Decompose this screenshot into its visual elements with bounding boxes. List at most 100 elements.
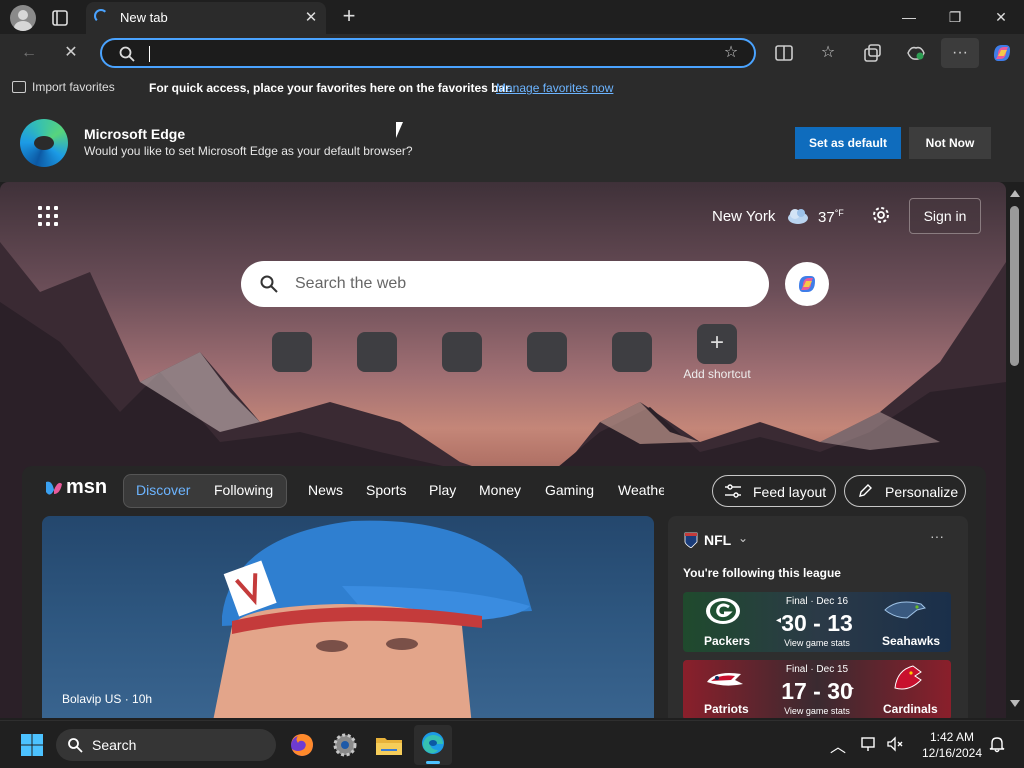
nav-play[interactable]: Play bbox=[429, 482, 456, 498]
collections-icon[interactable] bbox=[861, 42, 883, 64]
clock-time: 1:42 AM bbox=[929, 730, 975, 744]
nfl-title[interactable]: NFL bbox=[704, 532, 731, 548]
title-bar: New tab ✕ + — ❐ ✕ bbox=[0, 0, 1024, 34]
hero-source: Bolavip US · 10h bbox=[62, 692, 153, 706]
tab-title: New tab bbox=[120, 10, 168, 25]
game-card[interactable]: Final · Dec 15 17 - 30 ▸ View game stats… bbox=[683, 660, 951, 718]
copilot-icon[interactable] bbox=[990, 41, 1014, 65]
edge-logo-icon bbox=[20, 119, 68, 167]
scroll-down-arrow-icon[interactable] bbox=[1010, 700, 1020, 707]
tab-discover[interactable]: Discover bbox=[136, 482, 190, 498]
sign-in-button[interactable]: Sign in bbox=[909, 198, 981, 234]
loading-spinner-icon bbox=[94, 9, 108, 23]
nav-gaming[interactable]: Gaming bbox=[545, 482, 594, 498]
back-arrow-icon[interactable]: ← bbox=[18, 42, 40, 64]
hero-image bbox=[213, 520, 532, 718]
restore-button[interactable]: ❐ bbox=[932, 0, 978, 34]
add-shortcut-button[interactable]: + bbox=[697, 324, 737, 364]
game-score: 17 - 30 bbox=[781, 678, 853, 704]
msn-logo-text: msn bbox=[66, 476, 108, 498]
gear-icon[interactable] bbox=[870, 204, 892, 226]
game-status: Final · Dec 15 bbox=[785, 664, 849, 675]
edge-icon bbox=[422, 732, 444, 754]
new-tab-button[interactable]: + bbox=[338, 5, 360, 27]
minimize-button[interactable]: — bbox=[886, 0, 932, 34]
game-card[interactable]: Final · Dec 16 30 - 13 ◂ View game stats… bbox=[683, 592, 951, 652]
copilot-icon bbox=[799, 276, 815, 292]
feed-segment-control: Discover Following bbox=[123, 474, 287, 508]
system-clock[interactable]: 1:42 AM 12/16/2024 bbox=[916, 729, 988, 761]
winner-arrow-icon: ▸ bbox=[849, 683, 855, 694]
performance-icon[interactable] bbox=[905, 42, 927, 64]
game-score: 30 - 13 bbox=[781, 610, 853, 636]
chevron-down-icon[interactable]: ⌄ bbox=[738, 531, 748, 545]
stop-icon[interactable]: ✕ bbox=[60, 42, 82, 64]
hero-news-card[interactable]: Bolavip US · 10h bbox=[42, 516, 654, 718]
default-browser-bar: Microsoft Edge Would you like to set Mic… bbox=[0, 104, 1024, 182]
not-now-button[interactable]: Not Now bbox=[909, 127, 991, 159]
clock-date: 12/16/2024 bbox=[921, 746, 983, 760]
favorites-icon[interactable]: ☆ bbox=[817, 42, 839, 64]
active-app-indicator bbox=[426, 761, 440, 764]
nav-money[interactable]: Money bbox=[479, 482, 521, 498]
manage-favorites-link[interactable]: Manage favorites now bbox=[496, 81, 613, 95]
sliders-icon bbox=[725, 484, 741, 498]
weather-temperature[interactable]: 37°F bbox=[818, 208, 844, 226]
windows-start-icon[interactable] bbox=[20, 733, 44, 757]
web-search-input[interactable] bbox=[295, 274, 735, 294]
feed-layout-button[interactable]: Feed layout bbox=[712, 475, 836, 507]
shortcut-tile[interactable] bbox=[357, 332, 397, 372]
taskbar-search[interactable]: Search bbox=[56, 729, 276, 761]
close-tab-icon[interactable]: ✕ bbox=[302, 9, 320, 27]
mouse-cursor-icon bbox=[396, 122, 410, 138]
scroll-thumb[interactable] bbox=[1010, 206, 1019, 366]
personalize-label: Personalize bbox=[885, 484, 959, 500]
file-explorer-icon[interactable] bbox=[373, 729, 405, 761]
import-icon bbox=[12, 81, 26, 93]
nfl-following-label: You're following this league bbox=[683, 566, 841, 580]
profile-icon[interactable] bbox=[10, 5, 36, 31]
volume-muted-icon[interactable] bbox=[886, 735, 904, 753]
apps-grid-icon[interactable] bbox=[38, 206, 58, 226]
address-input[interactable] bbox=[146, 44, 706, 62]
sparkle-pencil-icon bbox=[859, 484, 872, 497]
personalize-button[interactable]: Personalize bbox=[844, 475, 966, 507]
set-as-default-button[interactable]: Set as default bbox=[795, 127, 901, 159]
star-icon[interactable]: ☆ bbox=[720, 42, 742, 64]
firefox-icon[interactable] bbox=[286, 729, 318, 761]
page-scrollbar[interactable] bbox=[1006, 182, 1024, 718]
shortcut-tile[interactable] bbox=[272, 332, 312, 372]
more-icon[interactable]: ··· bbox=[941, 38, 979, 68]
msn-feed: msn Discover Following News Sports Play … bbox=[22, 466, 986, 718]
tab-actions-icon[interactable] bbox=[50, 8, 70, 28]
nav-weather[interactable]: Weathe bbox=[618, 482, 664, 498]
import-favorites-button[interactable]: Import favorites bbox=[12, 80, 115, 94]
team-away: Seahawks bbox=[882, 634, 941, 648]
split-screen-icon[interactable] bbox=[773, 42, 795, 64]
team-away: Cardinals bbox=[883, 702, 938, 716]
temperature-unit: °F bbox=[834, 208, 844, 218]
shortcut-tile[interactable] bbox=[527, 332, 567, 372]
feed-nav: News Sports Play Money Gaming Weathe bbox=[302, 466, 664, 516]
nav-sports[interactable]: Sports bbox=[366, 482, 406, 498]
scroll-up-arrow-icon[interactable] bbox=[1010, 190, 1020, 197]
network-icon[interactable] bbox=[860, 735, 878, 753]
weather-city[interactable]: New York bbox=[712, 208, 775, 225]
copilot-button[interactable] bbox=[785, 262, 829, 306]
shortcut-tile[interactable] bbox=[442, 332, 482, 372]
chevron-up-icon[interactable]: ︿ bbox=[830, 733, 846, 757]
nav-news[interactable]: News bbox=[308, 482, 343, 498]
team-home: Patriots bbox=[704, 702, 749, 716]
edge-taskbar-button[interactable] bbox=[414, 725, 452, 765]
address-bar[interactable]: ☆ bbox=[100, 38, 756, 68]
shortcut-tile[interactable] bbox=[612, 332, 652, 372]
settings-app-icon[interactable] bbox=[329, 729, 361, 761]
web-search-box[interactable] bbox=[241, 261, 769, 307]
more-options-icon[interactable]: ··· bbox=[930, 528, 944, 544]
close-window-button[interactable]: ✕ bbox=[978, 0, 1024, 34]
temperature-value: 37 bbox=[818, 209, 835, 226]
taskbar-search-label: Search bbox=[92, 737, 137, 753]
notification-bell-icon[interactable] bbox=[988, 735, 1006, 753]
tab-following[interactable]: Following bbox=[214, 482, 273, 498]
tab-new-tab[interactable]: New tab ✕ bbox=[86, 2, 326, 34]
